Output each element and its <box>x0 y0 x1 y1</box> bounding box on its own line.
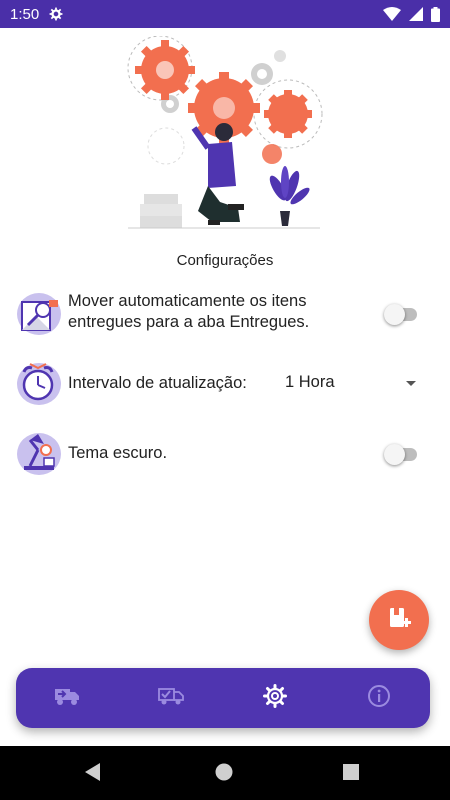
alarm-clock-icon <box>16 360 62 406</box>
truck-icon <box>54 686 80 711</box>
add-package-button[interactable] <box>369 590 429 650</box>
auto-move-toggle[interactable] <box>384 303 418 325</box>
nav-about[interactable] <box>366 684 392 713</box>
nav-delivered[interactable] <box>158 685 184 711</box>
chevron-down-icon[interactable] <box>406 381 416 386</box>
setting-dark-theme[interactable]: Tema escuro. <box>0 430 450 490</box>
status-bar: 1:50 <box>0 0 450 28</box>
setting-refresh-interval: Intervalo de atualização: 1 Hora <box>0 360 450 420</box>
wifi-icon <box>383 7 401 21</box>
page-title: Configurações <box>176 252 274 269</box>
system-navigation-bar <box>0 746 450 800</box>
truck-check-icon <box>158 686 184 711</box>
desk-lamp-icon <box>16 430 62 476</box>
refresh-interval-select[interactable]: 1 Hora <box>285 373 335 392</box>
status-time: 1:50 <box>10 5 40 23</box>
info-icon <box>367 684 391 713</box>
gear-icon <box>263 683 287 713</box>
nav-settings[interactable] <box>262 683 288 713</box>
settings-status-icon <box>49 7 63 21</box>
add-package-icon <box>386 605 412 636</box>
signal-icon <box>409 7 423 21</box>
package-search-icon <box>16 290 62 336</box>
bottom-navigation <box>16 668 430 728</box>
setting-auto-move[interactable]: Mover automaticamente os itens entregues… <box>0 290 450 350</box>
battery-icon <box>431 6 440 22</box>
auto-move-label: Mover automaticamente os itens entregues… <box>68 292 310 331</box>
nav-in-transit[interactable] <box>54 685 80 711</box>
home-icon[interactable] <box>214 762 234 787</box>
back-icon[interactable] <box>84 762 102 787</box>
settings-illustration <box>120 35 330 232</box>
dark-theme-label: Tema escuro. <box>68 444 168 462</box>
dark-theme-toggle[interactable] <box>384 443 418 465</box>
refresh-interval-label: Intervalo de atualização: <box>68 374 247 392</box>
recents-icon[interactable] <box>343 764 359 785</box>
